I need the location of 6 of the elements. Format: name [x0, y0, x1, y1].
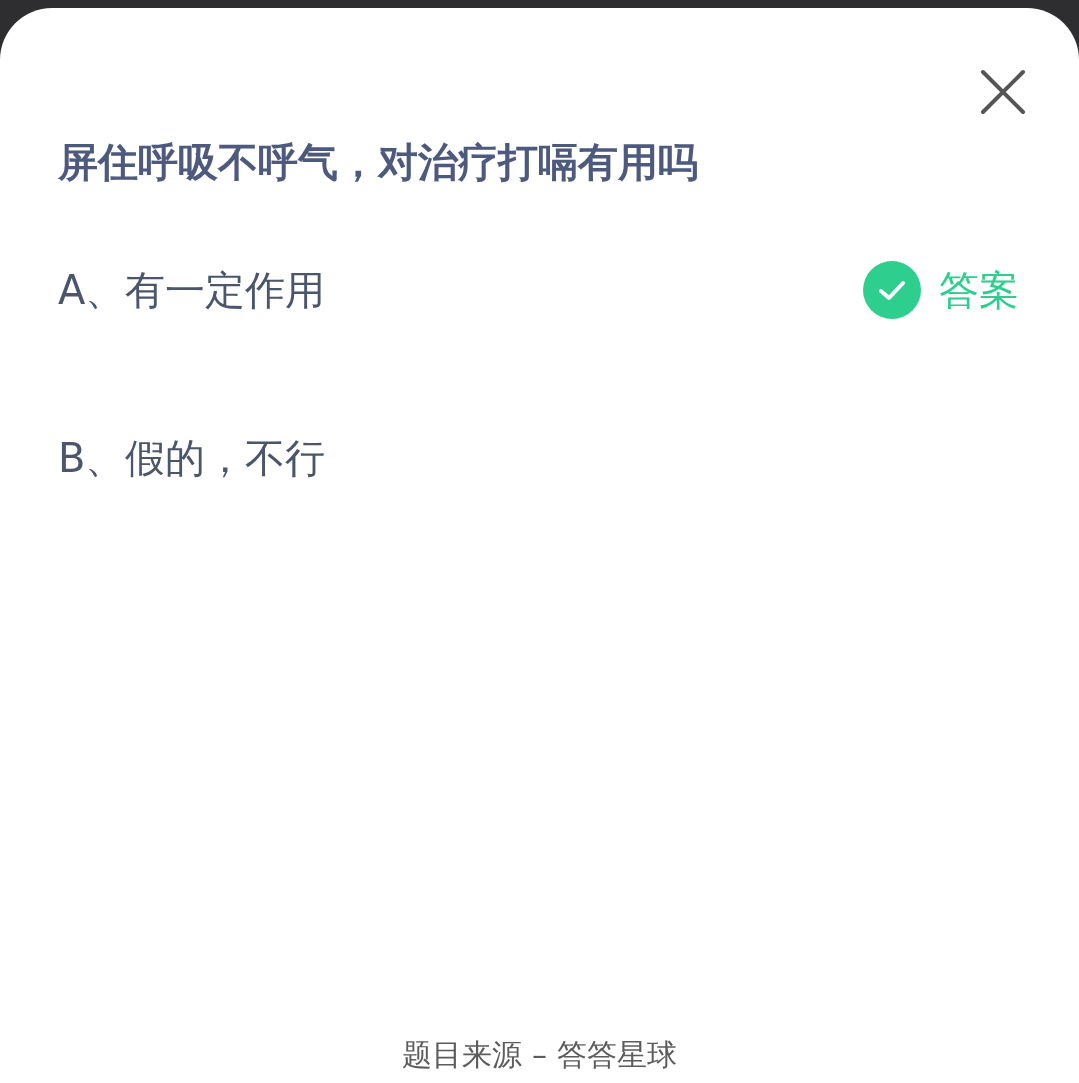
question-title: 屏住呼吸不呼气，对治疗打嗝有用吗 — [58, 138, 699, 186]
source-footer: 题目来源 – 答答星球 — [402, 1035, 677, 1075]
answer-label: 答案 — [939, 266, 1019, 314]
option-text[interactable]: A、有一定作用 — [58, 266, 326, 314]
close-icon[interactable] — [979, 68, 1027, 116]
option-text[interactable]: B、假的，不行 — [58, 434, 326, 482]
